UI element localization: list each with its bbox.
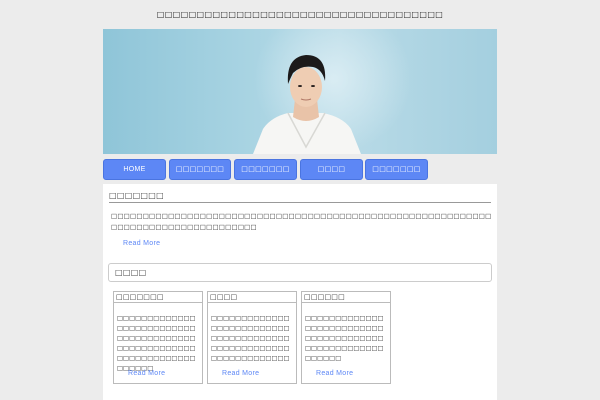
hero-person-illustration: [253, 55, 361, 154]
site-title[interactable]: □□□□□□□□□□□□□□□□□□□□□□□□□□□□□□□□□□□□: [0, 10, 600, 19]
feature-heading-box: □□□□: [108, 263, 492, 282]
card-title[interactable]: □□□□□□: [302, 292, 390, 303]
intro-read-more-link[interactable]: Read More: [123, 240, 160, 247]
feature-card: □□□□□□ □□□□□□□□□□□□□□□□□□□□□□□□□□□□□□□□□…: [301, 291, 391, 384]
card-read-more-link[interactable]: Read More: [316, 370, 353, 377]
card-title[interactable]: □□□□: [208, 292, 296, 303]
main-content: □□□□□□□ □□□□□□□□□□□□□□□□□□□□□□□□□□□□□□□□…: [103, 184, 497, 400]
feature-heading: □□□□: [115, 268, 147, 277]
feature-card: □□□□ □□□□□□□□□□□□□□□□□□□□□□□□□□□□□□□□□□□…: [207, 291, 297, 384]
card-text: □□□□□□□□□□□□□□□□□□□□□□□□□□□□□□□□□□□□□□□□…: [211, 315, 290, 362]
nav-item-3[interactable]: □□□□□□□: [234, 159, 297, 180]
feature-card: □□□□□□□ □□□□□□□□□□□□□□□□□□□□□□□□□□□□□□□□…: [113, 291, 203, 384]
nav-item-2[interactable]: □□□□□□□: [169, 159, 231, 180]
hero-image: [103, 29, 497, 154]
intro-heading: □□□□□□□: [109, 191, 491, 203]
card-text: □□□□□□□□□□□□□□□□□□□□□□□□□□□□□□□□□□□□□□□□…: [305, 315, 384, 362]
card-text: □□□□□□□□□□□□□□□□□□□□□□□□□□□□□□□□□□□□□□□□…: [117, 315, 196, 372]
intro-text: □□□□□□□□□□□□□□□□□□□□□□□□□□□□□□□□□□□□□□□□…: [111, 212, 492, 231]
card-read-more-link[interactable]: Read More: [128, 370, 165, 377]
card-title[interactable]: □□□□□□□: [114, 292, 202, 303]
nav-item-4[interactable]: □□□□: [300, 159, 363, 180]
nav-home[interactable]: HOME: [103, 159, 166, 180]
card-read-more-link[interactable]: Read More: [222, 370, 259, 377]
nav-item-5[interactable]: □□□□□□□: [365, 159, 428, 180]
